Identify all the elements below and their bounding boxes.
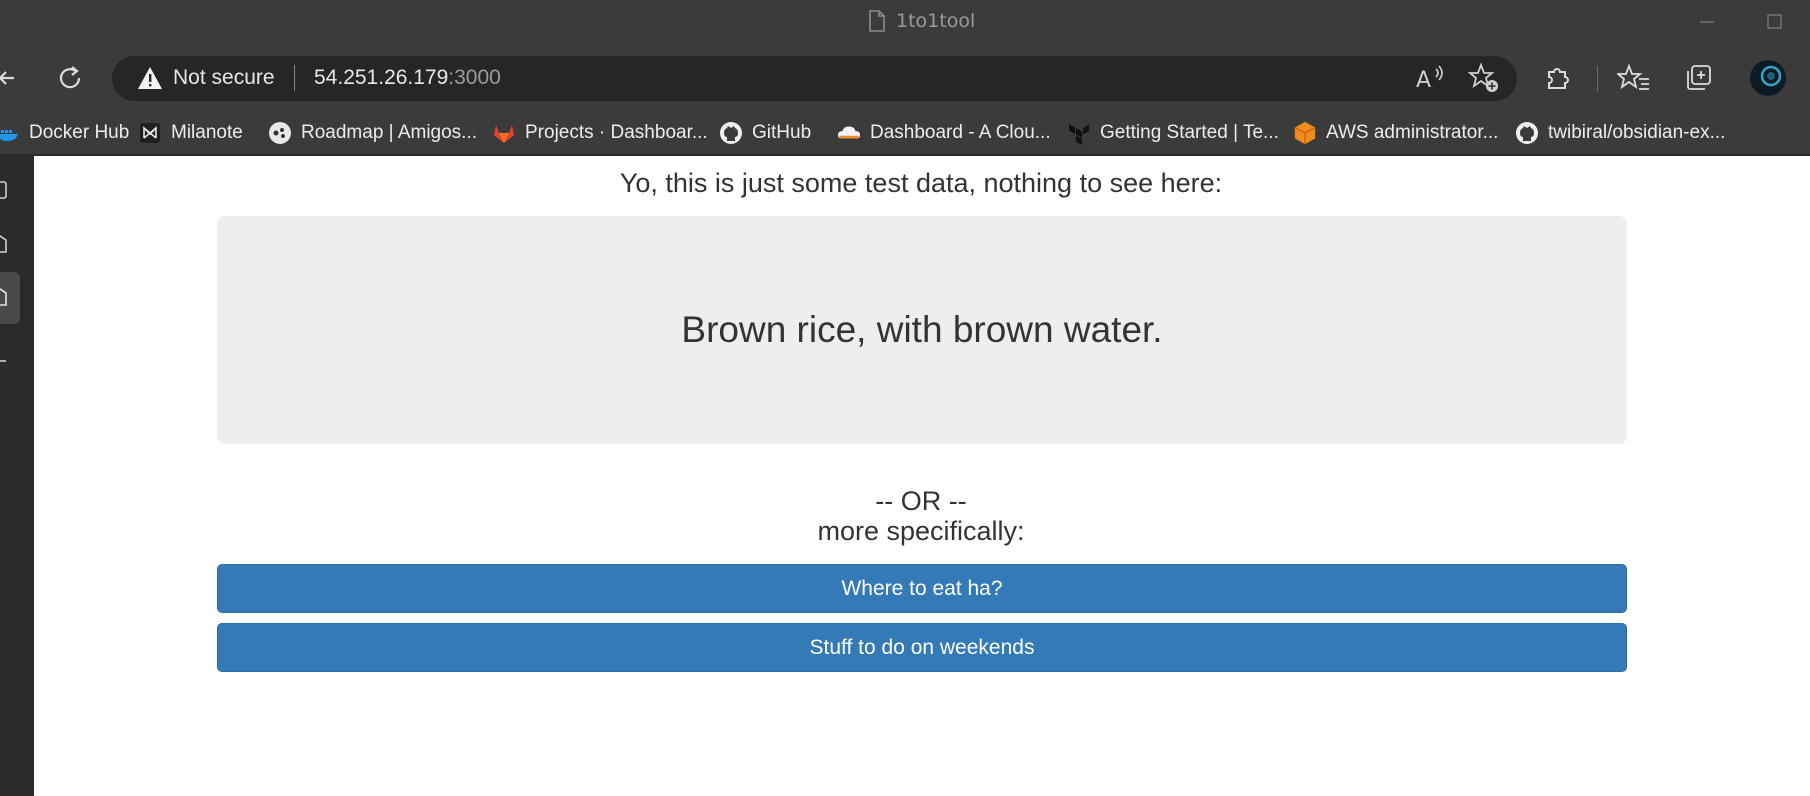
aws-icon [1293, 121, 1317, 145]
url-host: 54.251.26.179 [314, 66, 449, 89]
window-title-text: 1to1tool [896, 10, 976, 32]
bookmark-label: Milanote [171, 122, 243, 143]
more-specifically-text: more specifically: [817, 516, 1025, 546]
sidebar-add-icon[interactable] [0, 350, 18, 372]
cloud-icon [837, 121, 861, 145]
roadmap-icon [268, 121, 292, 145]
github-icon [719, 121, 743, 145]
bookmark-cloud-dashboard[interactable]: Dashboard - A Clou... [837, 120, 1051, 146]
bookmark-roadmap[interactable]: Roadmap | Amigos... [268, 120, 477, 146]
intro-text: Yo, this is just some test data, nothing… [619, 168, 1223, 198]
bookmark-label: Getting Started | Te... [1100, 122, 1279, 143]
quote-text: Brown rice, with brown water. [681, 309, 1163, 350]
milanote-icon [138, 121, 162, 145]
read-aloud-glyph: A [1416, 68, 1431, 93]
favorites-icon[interactable] [1617, 62, 1651, 94]
page-icon [869, 10, 885, 32]
sidebar-tab-icon[interactable] [0, 180, 18, 202]
add-favorite-icon[interactable] [1468, 62, 1500, 94]
weekend-stuff-button[interactable]: Stuff to do on weekends [217, 623, 1627, 672]
address-separator [294, 65, 295, 91]
title-bar: 1to1tool [0, 0, 1810, 44]
bookmark-obsidian-repo[interactable]: twibiral/obsidian-ex... [1515, 120, 1725, 146]
sidebar-active-tab[interactable] [0, 272, 20, 324]
warning-icon [138, 67, 162, 89]
collections-icon[interactable] [1683, 62, 1717, 94]
bookmark-docker-hub[interactable]: Docker Hub [0, 120, 129, 146]
bookmark-label: Dashboard - A Clou... [870, 122, 1051, 143]
bookmark-label: GitHub [752, 122, 812, 143]
docker-icon [0, 121, 20, 145]
github-icon [1515, 121, 1539, 145]
security-indicator[interactable]: Not secure [137, 62, 275, 94]
quote-well: Brown rice, with brown water. [217, 216, 1627, 444]
where-to-eat-button[interactable]: Where to eat ha? [217, 564, 1627, 613]
browser-sidebar [0, 154, 33, 796]
bookmark-gitlab-projects[interactable]: Projects · Dashboar... [492, 120, 708, 146]
extensions-icon[interactable] [1543, 62, 1575, 94]
toolbar-divider [1597, 66, 1598, 92]
bookmark-label: AWS administrator... [1326, 122, 1499, 143]
bookmark-label: twibiral/obsidian-ex... [1548, 122, 1726, 143]
not-secure-label: Not secure [173, 66, 275, 89]
read-aloud-icon[interactable]: A [1414, 63, 1446, 93]
bookmark-milanote[interactable]: Milanote [138, 120, 243, 146]
window-title: 1to1tool [868, 9, 975, 33]
bookmark-terraform[interactable]: Getting Started | Te... [1067, 120, 1279, 146]
terraform-icon [1067, 121, 1091, 145]
or-divider-text: -- OR -- [875, 486, 967, 516]
refresh-icon[interactable] [55, 63, 85, 93]
bookmark-aws[interactable]: AWS administrator... [1293, 120, 1498, 146]
bookmark-label: Roadmap | Amigos... [301, 122, 478, 143]
minimize-button[interactable] [1697, 12, 1717, 32]
bookmark-label: Projects · Dashboar... [525, 122, 708, 143]
profile-avatar[interactable] [1749, 59, 1787, 97]
gitlab-icon [492, 121, 516, 145]
maximize-button[interactable] [1765, 12, 1785, 32]
bookmark-label: Docker Hub [29, 122, 130, 143]
sidebar-tab-icon[interactable] [0, 234, 18, 256]
url-port: :3000 [448, 66, 501, 89]
url-text[interactable]: 54.251.26.179:3000 [314, 62, 501, 94]
page-content: Yo, this is just some test data, nothing… [34, 156, 1810, 796]
back-arrow-icon[interactable] [0, 64, 20, 92]
bookmarks-bar: Docker Hub Milanote Roadmap | Amigos... … [0, 112, 1810, 154]
bookmark-github[interactable]: GitHub [719, 120, 811, 146]
